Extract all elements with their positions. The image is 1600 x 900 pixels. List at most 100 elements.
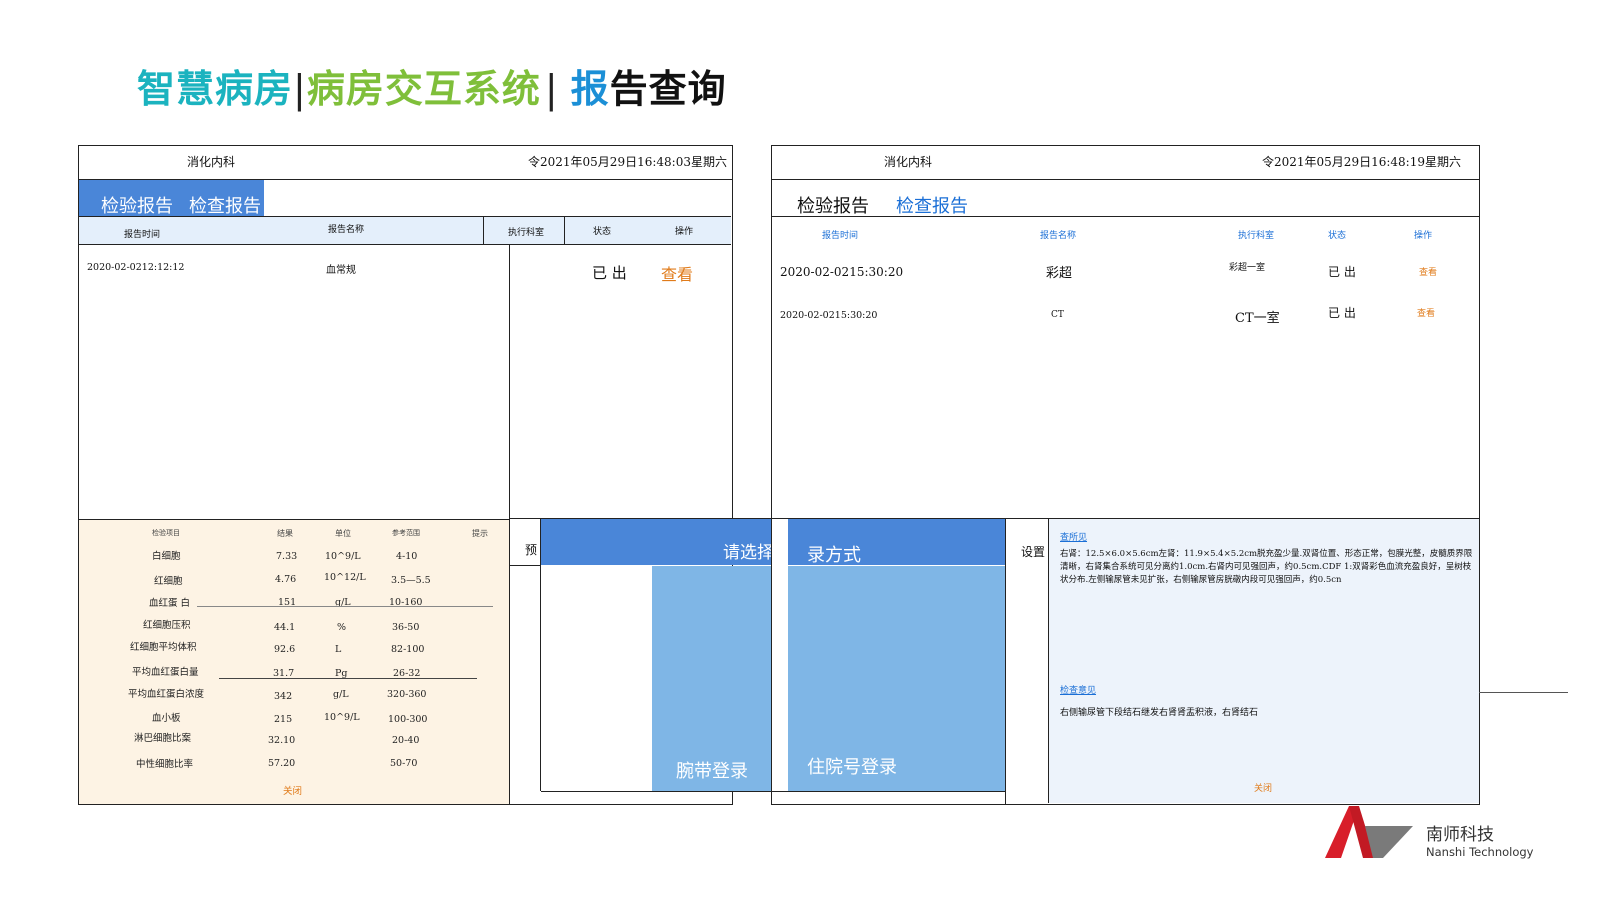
- lab-result: 44.1: [274, 622, 296, 633]
- lab-item: 红细胞平均体积: [130, 642, 197, 653]
- lab-ref: 100-300: [388, 714, 428, 725]
- row-exec-dept: 彩超一室: [1229, 263, 1266, 273]
- row-view-link[interactable]: 查看: [1417, 306, 1435, 319]
- col-status: 状态: [593, 227, 612, 237]
- right-tab-exam-report[interactable]: 检查报告: [896, 192, 968, 218]
- row-report-name: 血常规: [326, 265, 356, 276]
- lab-ref: 36-50: [392, 622, 420, 633]
- row-view-link[interactable]: 查看: [1419, 265, 1437, 278]
- title-separator: |: [293, 67, 307, 111]
- lab-unit: 10^12/L: [324, 572, 366, 583]
- lab-ref: 3.5—5.5: [391, 575, 431, 586]
- col-action: 操作: [1414, 231, 1433, 241]
- settings-button[interactable]: 设置: [1021, 543, 1045, 560]
- right-datetime: 令2021年05月29日16:48:19星期六: [1262, 155, 1461, 169]
- row-report-time: 2020-02-0212:12:12: [87, 262, 185, 273]
- lab-header-result: 结果: [277, 529, 293, 538]
- lab-item: 中性细胞比率: [136, 759, 194, 770]
- login-title-fragment: 登: [774, 541, 788, 557]
- nanshi-logo-icon: [1325, 804, 1417, 858]
- opinion-text: 右侧输尿管下段结石继发右肾肾盂积液，右肾结石: [1060, 708, 1259, 718]
- lab-item: 血红蛋 白: [149, 598, 191, 609]
- left-column-header: [79, 216, 731, 245]
- wristband-login-label: 腕带登录: [676, 761, 748, 782]
- title-part-2: 病房交互系统: [306, 67, 541, 111]
- lab-header-ref: 参考范围: [392, 529, 420, 537]
- lab-item: 淋巴细胞比案: [134, 733, 192, 744]
- logo-name-cn: 南师科技: [1426, 825, 1494, 845]
- col-report-time: 报告时间: [124, 230, 161, 240]
- divider: [771, 179, 1479, 180]
- left-department: 消化内科: [187, 155, 236, 169]
- row-status: 已 出: [1328, 265, 1356, 279]
- divider: [771, 216, 1479, 217]
- lab-result: 7.33: [276, 551, 298, 562]
- title-separator: |: [544, 67, 559, 111]
- divider: [510, 565, 540, 566]
- lab-item: 血小板: [152, 713, 181, 724]
- row-report-name: 彩超: [1046, 266, 1073, 281]
- lab-unit: 10^9/L: [325, 551, 361, 562]
- col-exec-dept: 执行科室: [508, 228, 545, 238]
- left-tab-exam-report[interactable]: 检查报告: [189, 192, 261, 218]
- opinion-label: 检查意见: [1060, 686, 1097, 696]
- col-action: 操作: [675, 227, 694, 237]
- col-report-name: 报告名称: [1040, 231, 1077, 241]
- lab-header-item: 检验项目: [152, 529, 180, 537]
- row-report-time: 2020-02-0215:30:20: [780, 265, 904, 279]
- col-report-name: 报告名称: [328, 225, 365, 235]
- findings-label: 查所见: [1060, 533, 1088, 543]
- divider: [483, 216, 484, 244]
- lab-ref: 82-100: [391, 644, 425, 655]
- row-exec-dept: CT一室: [1235, 311, 1280, 326]
- left-tab-lab-report[interactable]: 检验报告: [101, 192, 173, 218]
- right-tab-lab-report[interactable]: 检验报告: [797, 192, 869, 218]
- col-status: 状态: [1328, 231, 1347, 241]
- lab-ref: 320-360: [387, 689, 427, 700]
- lab-ref: 4-10: [396, 551, 418, 562]
- lab-header-hint: 提示: [472, 529, 488, 538]
- row-report-time: 2020-02-0215:30:20: [780, 310, 878, 321]
- title-part-3b: 告查询: [609, 67, 727, 111]
- title-part-1: 智慧病房: [137, 67, 294, 111]
- lab-unit: g/L: [333, 689, 349, 700]
- lab-result: 57.20: [268, 758, 296, 769]
- divider: [564, 216, 565, 244]
- divider: [509, 244, 510, 804]
- right-department: 消化内科: [884, 155, 933, 169]
- divider: [1479, 692, 1568, 693]
- col-report-time: 报告时间: [822, 231, 859, 241]
- row-report-name: CT: [1051, 310, 1064, 320]
- divider: [219, 678, 477, 679]
- findings-text: 右肾：12.5×6.0×5.6cm左肾：11.9×5.4×5.2cm脱充盈少量.…: [1060, 549, 1473, 585]
- title-part-3a: 报: [570, 67, 610, 111]
- left-datetime: 令2021年05月29日16:48:03星期六: [528, 155, 727, 169]
- logo-name-en: Nanshi Technology: [1426, 845, 1534, 859]
- exam-close-button[interactable]: 关闭: [1254, 781, 1272, 794]
- lab-ref: 50-70: [390, 758, 418, 769]
- row-status: 已 出: [592, 264, 627, 282]
- divider: [1005, 519, 1006, 804]
- col-exec-dept: 执行科室: [1238, 231, 1275, 241]
- lab-item: 白细胞: [152, 551, 181, 562]
- lab-item: 平均血红蛋白量: [132, 667, 199, 678]
- login-title-right: 录方式: [807, 545, 861, 566]
- lab-unit: L: [335, 644, 342, 655]
- lab-ref: 20-40: [392, 735, 420, 746]
- divider: [197, 606, 493, 607]
- lab-item: 平均血红蛋白浓度: [128, 689, 205, 700]
- lab-item: 红细胞: [154, 576, 183, 587]
- lab-item: 红细胞压积: [143, 620, 191, 631]
- lab-result: 342: [274, 691, 293, 702]
- pre-label: 预: [525, 543, 538, 557]
- page-title: 智慧病房|病房交互系统 | 报告查询: [137, 58, 727, 113]
- lab-result: 32.10: [268, 735, 296, 746]
- lab-result: 92.6: [274, 644, 296, 655]
- row-status: 已 出: [1328, 306, 1356, 320]
- row-view-link[interactable]: 查看: [661, 261, 693, 285]
- lab-close-button[interactable]: 关闭: [283, 783, 302, 797]
- lab-result: 215: [274, 714, 293, 725]
- lab-header-unit: 单位: [335, 529, 351, 538]
- login-blank-area: [541, 566, 653, 791]
- lab-unit: 10^9/L: [324, 712, 360, 723]
